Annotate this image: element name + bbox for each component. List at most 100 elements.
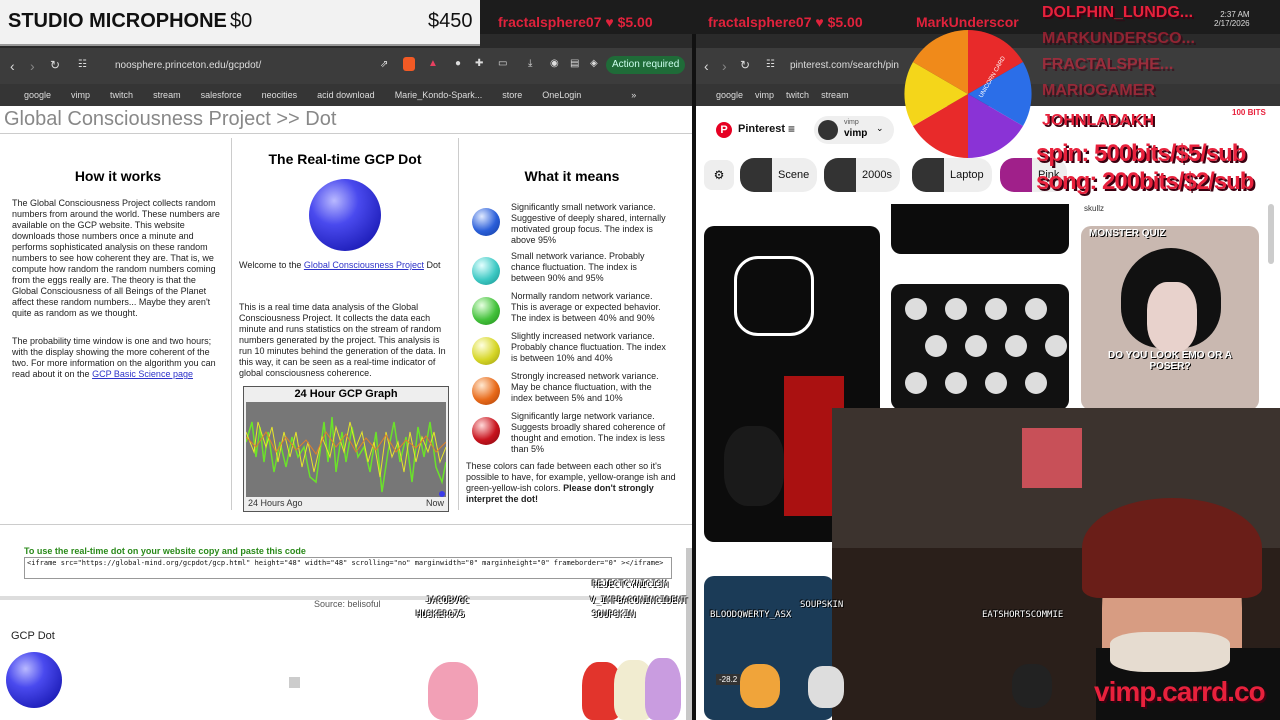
address-bar[interactable]: pinterest.com/search/pin [790,60,899,71]
spin-wheel: UNICORN CARD [904,30,1032,158]
scrollbar[interactable] [686,548,692,720]
quiz-caption: DO YOU LOOK EMO OR A POSER? [1108,350,1232,372]
filter-icon[interactable]: ⚙ [704,160,734,190]
pin-skulls-top[interactable] [891,204,1069,254]
bookmark-google[interactable]: google [716,90,743,100]
pin-monster-quiz[interactable]: MONSTER QUIZ DO YOU LOOK EMO OR A POSER? [1081,226,1259,410]
chip-laptop[interactable]: Laptop [912,158,992,192]
page-title: Global Consciousness Project >> Dot [4,108,337,130]
bookmarks-bar: google vimp twitch stream salesforce neo… [0,84,692,106]
divider [0,133,692,134]
download-icon[interactable]: ⤓ [528,58,532,69]
divider [0,524,692,525]
action-required-button[interactable]: Action required [606,56,686,74]
camera-icon[interactable]: ◉ [550,58,559,69]
rewards-icon[interactable]: ▲ [428,58,438,69]
address-bar[interactable]: noosphere.princeton.edu/gcpdot/ [115,60,261,71]
graph-svg [245,416,447,497]
graph-title: 24 Hour GCP Graph [294,388,398,400]
divider [458,138,459,510]
bookmark-store[interactable]: store [502,90,522,100]
vpn-icon[interactable]: ◈ [590,58,598,69]
menu-icon[interactable]: ≡ [788,122,795,136]
goal-current: $0 [230,10,253,32]
leaderboard-entry: DOLPHIN_LUNDG... [1042,4,1194,21]
more-bookmarks-icon[interactable]: » [631,90,636,100]
probability-text: The probability time window is one and t… [12,336,224,380]
left-browser-window: ‹ › ↻ ☷ noosphere.princeton.edu/gcpdot/ … [0,34,692,720]
forward-icon[interactable]: › [722,58,727,74]
bookmark-vimp[interactable]: vimp [755,90,774,100]
gcp-basic-science-link[interactable]: GCP Basic Science page [92,369,193,379]
navigation-bar: ‹ › ↻ ☷ noosphere.princeton.edu/gcpdot/ … [0,48,692,84]
bookmark-marie-kondo[interactable]: Marie_Kondo-Spark... [395,90,483,100]
chat-name: BLOODQWERTY_ASX [710,610,792,620]
puzzle-icon[interactable]: ✚ [475,58,483,69]
chip-label: Laptop [950,169,984,181]
bookmark-vimp[interactable]: vimp [71,90,90,100]
source-credit: Source: belisoful [314,599,381,609]
bookmark-acid-download[interactable]: acid download [317,90,375,100]
bookmark-stream[interactable]: stream [821,90,849,100]
dot-yellow-icon [472,337,500,365]
bookmark-twitch[interactable]: twitch [786,90,809,100]
board-name[interactable]: skullz [1084,204,1104,213]
legend-text: Slightly increased network variance. Pro… [511,331,666,363]
bookmark-neocities[interactable]: neocities [262,90,298,100]
sidebar-icon[interactable]: ▤ [570,58,579,69]
share-icon[interactable]: ⇗ [380,59,388,70]
site-info-icon[interactable]: ☷ [78,59,87,70]
graph-plot [245,402,447,497]
dot-green-icon [472,297,500,325]
avatar [818,120,838,140]
graph-line-green [245,416,447,493]
site-info-icon[interactable]: ☷ [766,59,775,70]
pin-skulls[interactable] [891,284,1069,410]
chat-name: EATSHORTSCOMMIE [982,610,1064,620]
welcome-text: Welcome to the Global Consciousness Proj… [239,260,449,271]
bookmark-stream[interactable]: stream [153,90,181,100]
cat-sprite [808,666,844,708]
gcp-link[interactable]: Global Consciousness Project [304,260,424,270]
leaderboard-entry: MARKUNDERSCO... [1042,30,1195,47]
dot-red-icon [472,417,500,445]
cat-art [724,426,784,506]
cast-icon[interactable]: ▭ [498,58,507,69]
quiz-face-art [1147,282,1197,352]
legend-text: Strongly increased network variance. May… [511,371,659,403]
bookmark-salesforce[interactable]: salesforce [201,90,242,100]
embed-label: To use the real-time dot on your website… [24,546,306,556]
brave-shield-icon[interactable] [403,57,415,71]
legend-text: Significantly small network variance. Su… [511,202,666,245]
chip-label: Scene [778,169,810,181]
goal-widget: STUDIO MICROPHONE $0 $450 [0,0,480,46]
goal-title: STUDIO MICROPHONE [8,10,227,32]
account-small: vimp [844,119,859,126]
chip-thumb [740,158,772,192]
account-name: vimp [844,128,868,139]
pinterest-logo-icon[interactable]: P [716,122,732,138]
back-icon[interactable]: ‹ [704,58,709,74]
chip-label: 2000s [862,169,892,181]
forward-icon[interactable]: › [30,58,35,74]
account-switcher[interactable]: vimp vimp ⌄ [814,116,894,144]
extension-icon[interactable]: ● [455,58,461,69]
scrollbar[interactable] [1268,204,1274,264]
chip-scene[interactable]: Scene [740,158,818,192]
legend-footer: These colors can fade between each other… [466,461,678,505]
chip-2000s[interactable]: 2000s [824,158,900,192]
leaderboard-entry: MARIOGAMER [1042,82,1155,99]
how-it-works-heading: How it works [74,168,162,184]
bookmark-twitch[interactable]: twitch [110,90,133,100]
pink-creature-sprite [428,662,478,720]
bookmark-onelogin[interactable]: OneLogin [542,90,581,100]
leaderboard-entry: FRACTALSPHE... [1042,56,1174,73]
bookmark-google[interactable]: google [24,90,51,100]
reload-icon[interactable]: ↻ [50,58,60,72]
pinterest-brand[interactable]: Pinterest [738,123,785,135]
carrd-url: vimp.carrd.co [1094,676,1266,707]
embed-code-field[interactable]: <iframe src="https://global-mind.org/gcp… [24,557,672,579]
reload-icon[interactable]: ↻ [740,58,750,72]
back-icon[interactable]: ‹ [10,58,15,74]
dot-orange-icon [472,377,500,405]
